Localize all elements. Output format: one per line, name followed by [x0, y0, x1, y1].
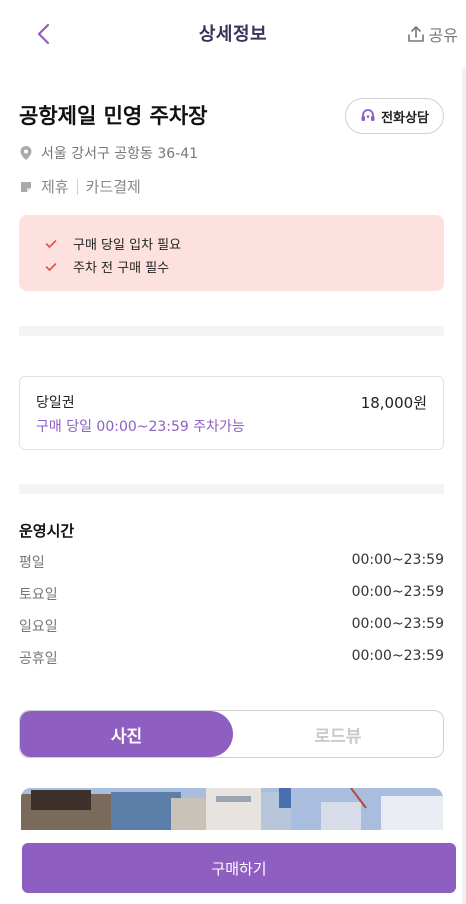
- notice-text: 주차 전 구매 필수: [73, 261, 170, 276]
- section-divider: [19, 484, 444, 494]
- hours-time: 00:00~23:59: [351, 584, 444, 600]
- location-pin-icon: [20, 146, 32, 160]
- hours-time: 00:00~23:59: [351, 616, 444, 632]
- check-icon: [45, 239, 57, 248]
- tag-divider: [76, 178, 78, 195]
- lot-title-row: 공항제일 민영 주차장 전화상담: [19, 98, 444, 134]
- notice-text: 구매 당일 입차 필요: [73, 238, 182, 253]
- hours-row: 평일 00:00~23:59: [19, 552, 444, 572]
- tag-card-payment: 카드결제: [85, 178, 141, 196]
- headset-icon: [361, 109, 375, 121]
- hours-day: 일요일: [19, 619, 58, 635]
- call-consult-label: 전화상담: [381, 110, 429, 126]
- tag-icon: [21, 181, 31, 192]
- hours-time: 00:00~23:59: [351, 552, 444, 568]
- hours-row: 일요일 00:00~23:59: [19, 616, 444, 636]
- top-bar: 상세정보 공유: [0, 0, 466, 68]
- ticket-name: 당일권: [36, 395, 75, 411]
- hours-day: 공휴일: [19, 651, 58, 667]
- address-row: 서울 강서구 공항동 36-41: [19, 143, 198, 163]
- section-divider: [19, 326, 444, 336]
- purchase-notice-box: 구매 당일 입차 필요 주차 전 구매 필수: [19, 215, 444, 291]
- hours-row: 토요일 00:00~23:59: [19, 584, 444, 604]
- hours-row: 공휴일 00:00~23:59: [19, 648, 444, 668]
- tab-roadview[interactable]: 로드뷰: [233, 711, 443, 757]
- ticket-description: 구매 당일 00:00~23:59 주차가능: [36, 419, 245, 435]
- check-icon: [45, 262, 57, 271]
- share-button[interactable]: 공유: [407, 22, 458, 46]
- scrollbar-track: [462, 68, 466, 904]
- notice-item: 구매 당일 입차 필요: [45, 232, 444, 255]
- operating-hours-title: 운영시간: [19, 522, 75, 540]
- call-consult-button[interactable]: 전화상담: [345, 98, 444, 134]
- photo-roadview-toggle: 사진 로드뷰: [19, 710, 444, 758]
- address-text: 서울 강서구 공항동 36-41: [41, 146, 199, 162]
- feature-tags: 제휴 카드결제: [19, 176, 141, 197]
- tag-partner: 제휴: [41, 178, 69, 196]
- share-label: 공유: [428, 26, 458, 45]
- tab-photo[interactable]: 사진: [20, 711, 233, 757]
- lot-name: 공항제일 민영 주차장: [19, 104, 208, 128]
- hours-time: 00:00~23:59: [351, 648, 444, 664]
- ticket-card[interactable]: 당일권 18,000원 구매 당일 00:00~23:59 주차가능: [19, 376, 444, 450]
- notice-item: 주차 전 구매 필수: [45, 255, 444, 278]
- hours-day: 평일: [19, 555, 45, 571]
- hours-day: 토요일: [19, 587, 58, 603]
- share-icon: [407, 26, 424, 42]
- page-title: 상세정보: [198, 24, 268, 45]
- buy-button[interactable]: 구매하기: [22, 843, 456, 893]
- ticket-price: 18,000원: [360, 394, 427, 412]
